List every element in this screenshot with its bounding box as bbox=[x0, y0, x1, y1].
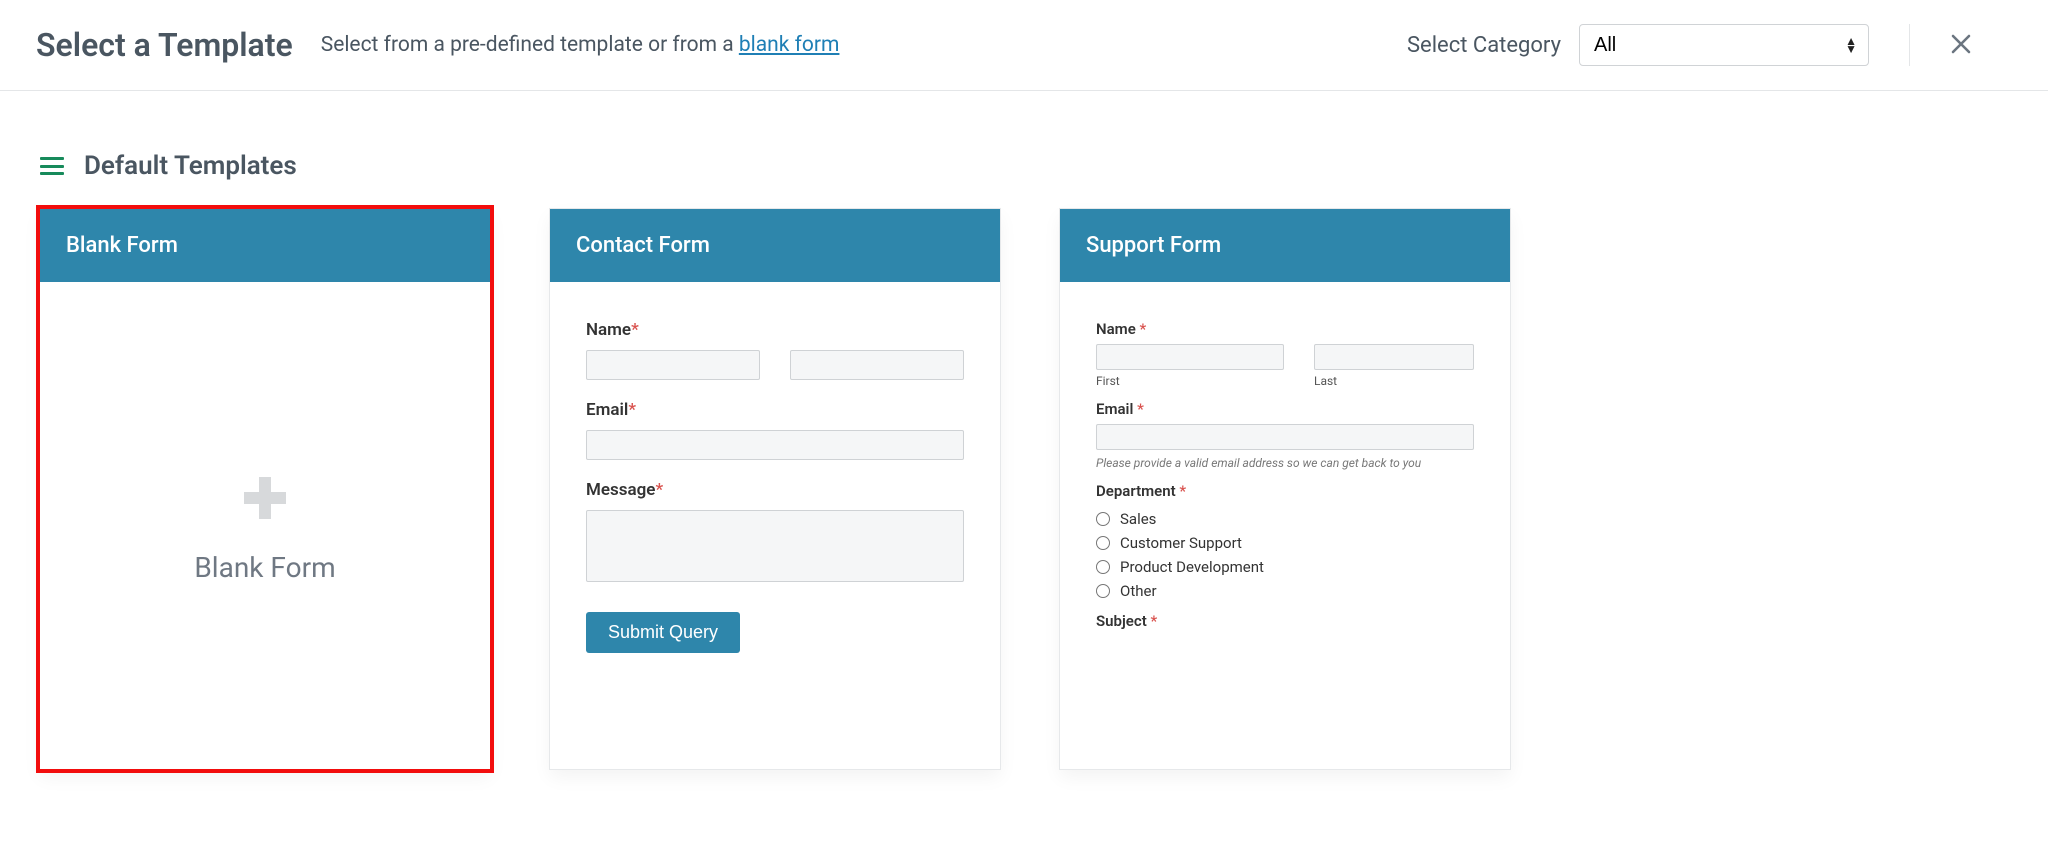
support-name-label: Name bbox=[1096, 320, 1136, 338]
card-head-support: Support Form bbox=[1060, 209, 1510, 282]
dept-option-other: Other bbox=[1096, 582, 1474, 600]
section-title: Default Templates bbox=[84, 151, 297, 181]
hamburger-icon[interactable] bbox=[40, 157, 64, 175]
contact-message-label: Message bbox=[586, 480, 655, 500]
contact-last-input bbox=[790, 350, 964, 380]
blank-form-link[interactable]: blank form bbox=[739, 33, 840, 57]
radio-icon bbox=[1096, 536, 1110, 550]
required-mark: * bbox=[655, 480, 663, 500]
radio-icon bbox=[1096, 512, 1110, 526]
contact-first-input bbox=[586, 350, 760, 380]
plus-icon bbox=[236, 467, 294, 539]
support-last-input bbox=[1314, 344, 1474, 370]
required-mark: * bbox=[631, 320, 639, 340]
dept-option-customer-support: Customer Support bbox=[1096, 534, 1474, 552]
support-email-hint: Please provide a valid email address so … bbox=[1096, 456, 1474, 470]
contact-email-input bbox=[586, 430, 964, 460]
header: Select a Template Select from a pre-defi… bbox=[0, 0, 2048, 91]
radio-icon bbox=[1096, 584, 1110, 598]
required-mark: * bbox=[628, 400, 636, 420]
radio-icon bbox=[1096, 560, 1110, 574]
blank-label: Blank Form bbox=[194, 551, 335, 584]
dept-option-sales: Sales bbox=[1096, 510, 1474, 528]
required-mark: * bbox=[1150, 612, 1157, 630]
section-head: Default Templates bbox=[40, 151, 2008, 181]
support-subject-label: Subject bbox=[1096, 612, 1147, 630]
category-select[interactable]: All bbox=[1579, 24, 1869, 66]
support-email-input bbox=[1096, 424, 1474, 450]
support-email-label: Email bbox=[1096, 400, 1133, 418]
template-card-support[interactable]: Support Form Name * First Last bbox=[1060, 209, 1510, 769]
close-icon[interactable] bbox=[1950, 29, 1972, 62]
card-head-contact: Contact Form bbox=[550, 209, 1000, 282]
contact-message-input bbox=[586, 510, 964, 582]
page-subtitle: Select from a pre-defined template or fr… bbox=[321, 33, 840, 57]
close-area bbox=[1909, 24, 2012, 66]
contact-body: Name* Email* Message* Submit Query bbox=[550, 282, 1000, 769]
required-mark: * bbox=[1137, 400, 1144, 418]
category-filter: Select Category All ▲▼ bbox=[1407, 24, 1869, 66]
template-card-blank[interactable]: Blank Form Blank Form bbox=[40, 209, 490, 769]
contact-submit-button: Submit Query bbox=[586, 612, 740, 653]
support-last-sublabel: Last bbox=[1314, 374, 1474, 388]
required-mark: * bbox=[1179, 482, 1186, 500]
support-body: Name * First Last Emai bbox=[1060, 282, 1510, 769]
template-card-contact[interactable]: Contact Form Name* Email* Message* bbox=[550, 209, 1000, 769]
required-mark: * bbox=[1140, 320, 1147, 338]
blank-body: Blank Form bbox=[40, 282, 490, 769]
category-label: Select Category bbox=[1407, 33, 1561, 58]
content: Default Templates Blank Form Blank Form … bbox=[0, 91, 2048, 809]
template-cards: Blank Form Blank Form Contact Form Name* bbox=[40, 209, 2008, 769]
card-head-blank: Blank Form bbox=[40, 209, 490, 282]
contact-email-label: Email bbox=[586, 400, 628, 420]
support-dept-label: Department bbox=[1096, 482, 1176, 500]
support-first-input bbox=[1096, 344, 1284, 370]
contact-name-label: Name bbox=[586, 320, 631, 340]
support-first-sublabel: First bbox=[1096, 374, 1314, 388]
subtitle-text: Select from a pre-defined template or fr… bbox=[321, 33, 739, 57]
page-title: Select a Template bbox=[36, 26, 293, 64]
dept-option-product-development: Product Development bbox=[1096, 558, 1474, 576]
